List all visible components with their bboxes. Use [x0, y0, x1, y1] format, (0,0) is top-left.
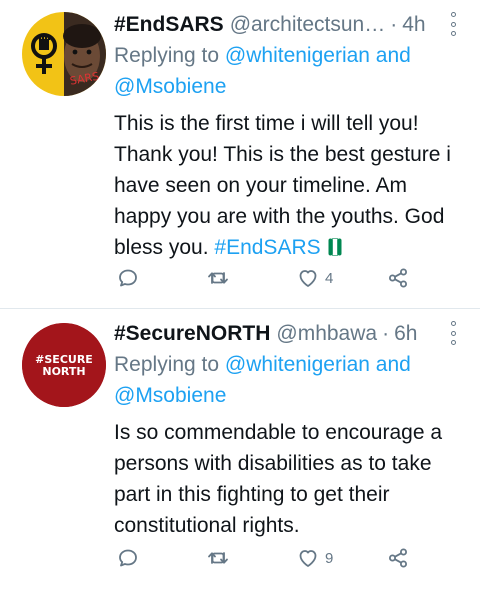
securenorth-avatar-image: #SECURE NORTH: [22, 323, 106, 407]
share-icon: [389, 548, 407, 568]
reply-icon: [119, 549, 137, 567]
like-count: 4: [325, 269, 334, 287]
like-count: 9: [325, 549, 334, 567]
tweet-text: Is so commendable to encourage a persons…: [114, 417, 464, 541]
display-name[interactable]: #SecureNORTH: [114, 321, 270, 347]
replying-prefix: Replying to: [114, 44, 225, 67]
hashtag-link[interactable]: #EndSARS: [214, 236, 320, 259]
reply-button[interactable]: [116, 262, 140, 294]
mention-link[interactable]: @Msobiene: [114, 75, 226, 98]
avatar[interactable]: SARS: [22, 12, 106, 96]
share-button[interactable]: [386, 262, 410, 294]
heart-icon: [299, 550, 317, 567]
retweet-button[interactable]: [206, 262, 230, 294]
mention-link[interactable]: @whitenigerian: [225, 44, 370, 67]
user-handle[interactable]: @architectsun…: [230, 12, 386, 38]
tweet-header: #SecureNORTH @mhbawa · 6h: [114, 321, 464, 347]
replying-to: Replying to @whitenigerian and @Msobiene: [114, 349, 464, 411]
tweet-header: #EndSARS @architectsun… · 4h: [114, 12, 464, 38]
avatar-line-2: NORTH: [42, 365, 85, 378]
mention-link[interactable]: @Msobiene: [114, 384, 226, 407]
reply-icon: [119, 269, 137, 287]
share-icon: [389, 268, 407, 288]
display-name[interactable]: #EndSARS: [114, 12, 224, 38]
retweet-button[interactable]: [206, 542, 230, 574]
tweet-actions: 4: [114, 262, 440, 294]
heart-icon: [299, 270, 317, 287]
replying-to: Replying to @whitenigerian and @Msobiene: [114, 40, 464, 102]
mention-link[interactable]: @whitenigerian: [225, 353, 370, 376]
timestamp[interactable]: 4h: [402, 12, 425, 38]
tweet[interactable]: SARS #EndSARS @architectsun… · 4h Replyi…: [0, 0, 480, 309]
more-vertical-icon[interactable]: [450, 321, 456, 345]
retweet-icon: [208, 552, 228, 564]
reply-button[interactable]: [116, 542, 140, 574]
mention-and[interactable]: and: [370, 353, 411, 376]
tweet-text-content: Is so commendable to encourage a persons…: [114, 421, 443, 537]
more-vertical-icon[interactable]: [450, 12, 456, 36]
like-button[interactable]: 9: [296, 542, 333, 574]
separator: ·: [390, 13, 398, 36]
tweet[interactable]: #SECURE NORTH #SecureNORTH @mhbawa · 6h …: [0, 309, 480, 589]
like-button[interactable]: 4: [296, 262, 333, 294]
replying-prefix: Replying to: [114, 353, 225, 376]
endsars-avatar-image: SARS: [22, 12, 106, 96]
tweet-text: This is the first time i will tell you! …: [114, 108, 464, 263]
separator: ·: [382, 322, 390, 345]
timestamp[interactable]: 6h: [394, 321, 417, 347]
nigeria-flag-emoji-icon: [328, 238, 342, 256]
avatar[interactable]: #SECURE NORTH: [22, 323, 106, 407]
share-button[interactable]: [386, 542, 410, 574]
mention-and[interactable]: and: [370, 44, 411, 67]
user-handle[interactable]: @mhbawa: [276, 321, 377, 347]
tweet-actions: 9: [114, 542, 440, 574]
retweet-icon: [208, 272, 228, 284]
